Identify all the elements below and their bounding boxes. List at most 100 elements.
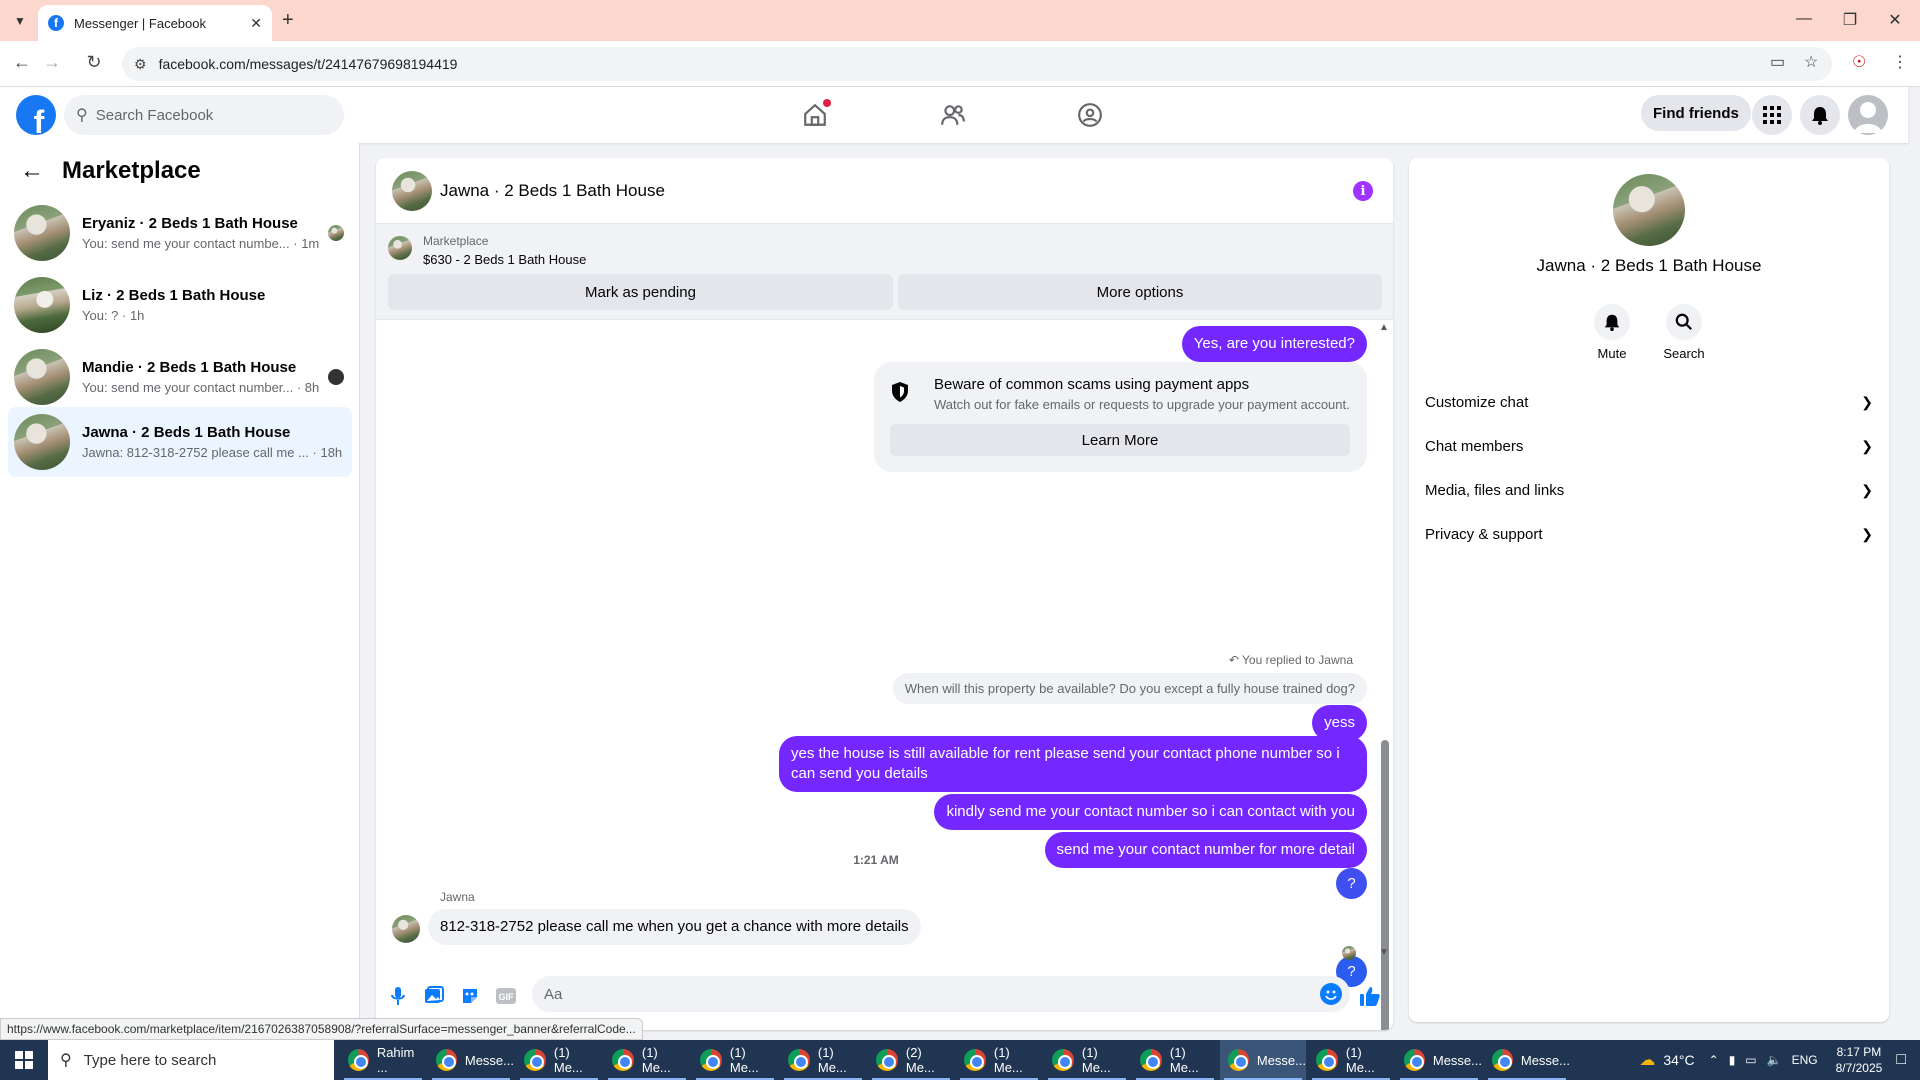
friends-icon[interactable] <box>935 97 971 133</box>
browser-tab[interactable]: f Messenger | Facebook ✕ <box>38 5 272 41</box>
url-bar[interactable]: ⚙ facebook.com/messages/t/24147679698194… <box>122 47 1832 81</box>
info-icon[interactable]: i <box>1353 181 1373 201</box>
tray-overflow-icon[interactable]: ⌃ <box>1709 1053 1719 1067</box>
notifications-bell-icon[interactable] <box>1800 95 1840 135</box>
chat-thumbnail[interactable] <box>392 170 432 211</box>
media-files-links-section[interactable]: Media, files and links ❯ <box>1425 468 1873 512</box>
taskbar-app[interactable]: (2) Me... <box>868 1040 954 1080</box>
listing-thumbnail[interactable] <box>388 236 412 260</box>
network-icon[interactable]: ▭ <box>1745 1053 1756 1067</box>
back-arrow-icon[interactable]: ← <box>20 157 44 185</box>
taskbar-app[interactable]: (1) Me... <box>604 1040 690 1080</box>
learn-more-button[interactable]: Learn More <box>890 424 1350 456</box>
battery-icon[interactable]: ▮ <box>1729 1053 1736 1067</box>
chat-title[interactable]: Jawna · 2 Beds 1 Bath House <box>440 181 665 201</box>
sender-avatar[interactable] <box>392 915 420 943</box>
conversation-item[interactable]: Liz · 2 Beds 1 Bath House You: ? · 1h <box>8 270 352 340</box>
home-icon[interactable] <box>797 97 833 133</box>
message-outgoing[interactable]: yes the house is still available for ren… <box>779 736 1367 792</box>
customize-chat-section[interactable]: Customize chat ❯ <box>1425 380 1873 424</box>
taskbar-app[interactable]: (1) Me... <box>516 1040 602 1080</box>
shield-icon <box>892 382 908 402</box>
chrome-icon <box>700 1049 722 1071</box>
browser-menu-icon[interactable]: ⋮ <box>1892 52 1908 72</box>
site-info-icon[interactable]: ⚙ <box>134 56 147 73</box>
chat-members-section[interactable]: Chat members ❯ <box>1425 424 1873 468</box>
search-action[interactable]: Search <box>1654 304 1714 361</box>
conversation-item-active[interactable]: Jawna · 2 Beds 1 Bath House Jawna: 812-3… <box>8 407 352 477</box>
mute-action[interactable]: Mute <box>1582 304 1642 361</box>
bell-icon[interactable] <box>1594 304 1630 340</box>
taskbar-app[interactable]: (1) Me... <box>692 1040 778 1080</box>
replied-label-text: You replied to Jawna <box>1242 653 1353 667</box>
facebook-search[interactable]: ⚲ <box>64 95 344 135</box>
tab-search-icon[interactable]: ▼ <box>10 11 30 31</box>
chevron-down-icon: ❯ <box>1861 393 1873 410</box>
weather-icon[interactable]: ☁ <box>1639 1050 1655 1070</box>
taskbar-app[interactable]: (1) Me... <box>780 1040 866 1080</box>
chrome-icon <box>348 1049 369 1071</box>
scroll-down-icon[interactable]: ▼ <box>1379 947 1389 958</box>
taskbar-app[interactable]: (1) Me... <box>1132 1040 1218 1080</box>
quoted-message[interactable]: When will this property be available? Do… <box>892 673 1367 704</box>
taskbar-app[interactable]: Messe... <box>1396 1040 1482 1080</box>
search-icon: ⚲ <box>76 107 88 124</box>
sticker-icon[interactable] <box>458 984 482 1008</box>
message-outgoing[interactable]: ? <box>1336 868 1367 899</box>
mark-as-pending-button[interactable]: Mark as pending <box>388 274 893 310</box>
scam-notice-title: Beware of common scams using payment app… <box>934 376 1250 393</box>
bookmark-star-icon[interactable]: ☆ <box>1804 52 1818 72</box>
more-options-button[interactable]: More options <box>898 274 1382 310</box>
photo-icon[interactable] <box>422 984 446 1008</box>
message-input[interactable] <box>532 976 1350 1012</box>
taskbar-app[interactable]: Messe... <box>428 1040 514 1080</box>
restore-icon[interactable]: ❐ <box>1835 10 1865 30</box>
taskbar-app[interactable]: (1) Me... <box>956 1040 1042 1080</box>
volume-icon[interactable]: 🔈 <box>1767 1053 1782 1067</box>
thumbs-up-icon[interactable] <box>1358 984 1382 1008</box>
tab-close-icon[interactable]: ✕ <box>250 15 262 32</box>
taskbar-search[interactable]: ⚲ Type here to search <box>48 1040 334 1080</box>
conversation-snippet: You: send me your contact number... · 8h <box>82 380 320 395</box>
listing-thumbnail-large[interactable] <box>1613 174 1685 246</box>
menu-grid-icon[interactable] <box>1752 95 1792 135</box>
conversation-item[interactable]: Eryaniz · 2 Beds 1 Bath House You: send … <box>8 198 352 268</box>
taskbar-app[interactable]: Rahim ... <box>340 1040 426 1080</box>
privacy-support-section[interactable]: Privacy & support ❯ <box>1425 512 1873 556</box>
forward-icon[interactable]: → <box>40 52 64 73</box>
taskbar-app[interactable]: (1) Me... <box>1308 1040 1394 1080</box>
account-avatar[interactable] <box>1848 95 1888 135</box>
taskbar-app[interactable]: (1) Me... <box>1044 1040 1130 1080</box>
emoji-icon[interactable] <box>1320 983 1342 1005</box>
scroll-up-icon[interactable]: ▲ <box>1379 322 1389 333</box>
message-scrollbar[interactable]: ▲ ▼ <box>1379 320 1391 1030</box>
minimize-icon[interactable]: — <box>1789 10 1819 28</box>
conversation-item[interactable]: Mandie · 2 Beds 1 Bath House You: send m… <box>8 342 352 412</box>
banner-item[interactable]: $630 - 2 Beds 1 Bath House <box>423 252 586 267</box>
chrome-icon <box>788 1049 810 1071</box>
find-friends-button[interactable]: Find friends <box>1641 95 1751 131</box>
groups-icon[interactable] <box>1072 97 1108 133</box>
language-indicator[interactable]: ENG <box>1792 1053 1818 1067</box>
action-center-icon[interactable]: □ <box>1896 1051 1906 1069</box>
microphone-icon[interactable] <box>386 984 410 1008</box>
search-icon[interactable] <box>1666 304 1702 340</box>
gif-icon[interactable]: GIF <box>494 984 518 1008</box>
profile-icon[interactable]: ☉ <box>1852 52 1866 72</box>
message-outgoing[interactable]: kindly send me your contact number so i … <box>934 794 1367 830</box>
taskbar-app-active[interactable]: Messe... <box>1220 1040 1306 1080</box>
clock[interactable]: 8:17 PM 8/7/2025 <box>1836 1044 1883 1076</box>
reload-icon[interactable]: ↻ <box>82 52 106 73</box>
install-app-icon[interactable]: ▭ <box>1770 52 1785 72</box>
facebook-search-input[interactable] <box>95 106 316 124</box>
window-close-icon[interactable]: ✕ <box>1880 10 1910 30</box>
back-icon[interactable]: ← <box>10 52 34 73</box>
temperature[interactable]: 34°C <box>1663 1052 1694 1068</box>
new-tab-icon[interactable]: + <box>282 9 294 32</box>
message-incoming[interactable]: 812-318-2752 please call me when you get… <box>428 909 921 945</box>
windows-start-icon[interactable] <box>0 1040 48 1080</box>
message-outgoing[interactable]: Yes, are you interested? <box>1181 326 1367 362</box>
taskbar-app[interactable]: Messe... <box>1484 1040 1570 1080</box>
sidebar-title: Marketplace <box>62 157 201 184</box>
facebook-logo-icon[interactable]: f <box>16 95 56 135</box>
